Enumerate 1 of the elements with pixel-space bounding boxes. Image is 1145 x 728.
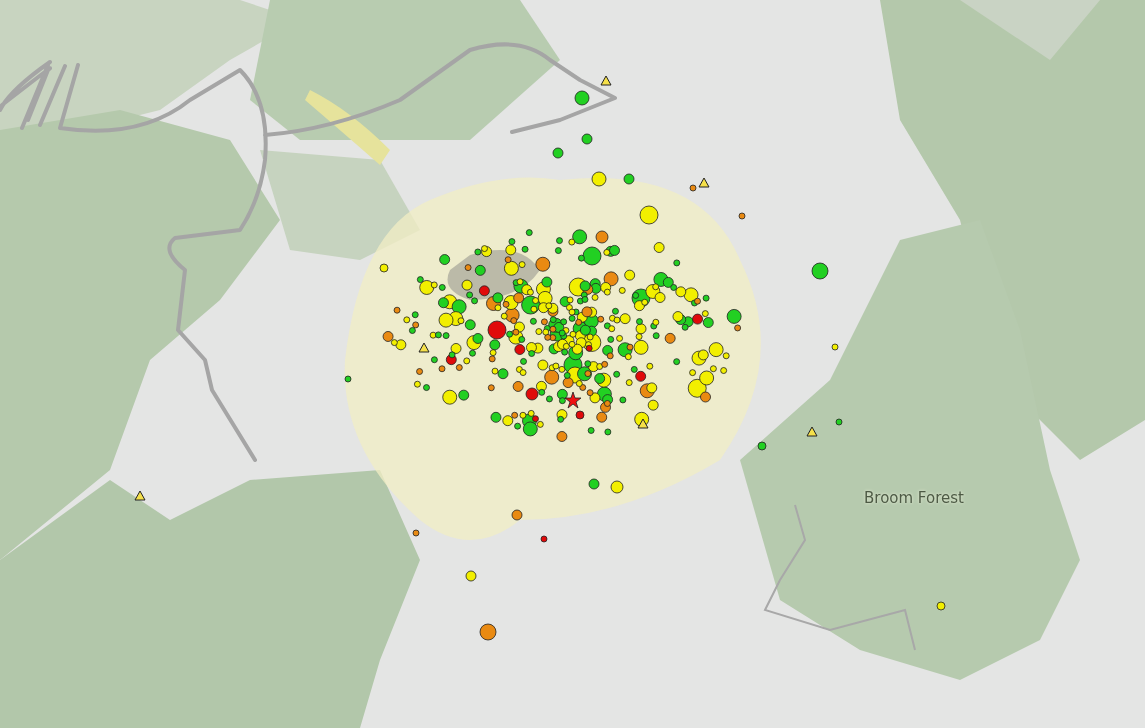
place-label: Broom Forest <box>864 488 964 509</box>
